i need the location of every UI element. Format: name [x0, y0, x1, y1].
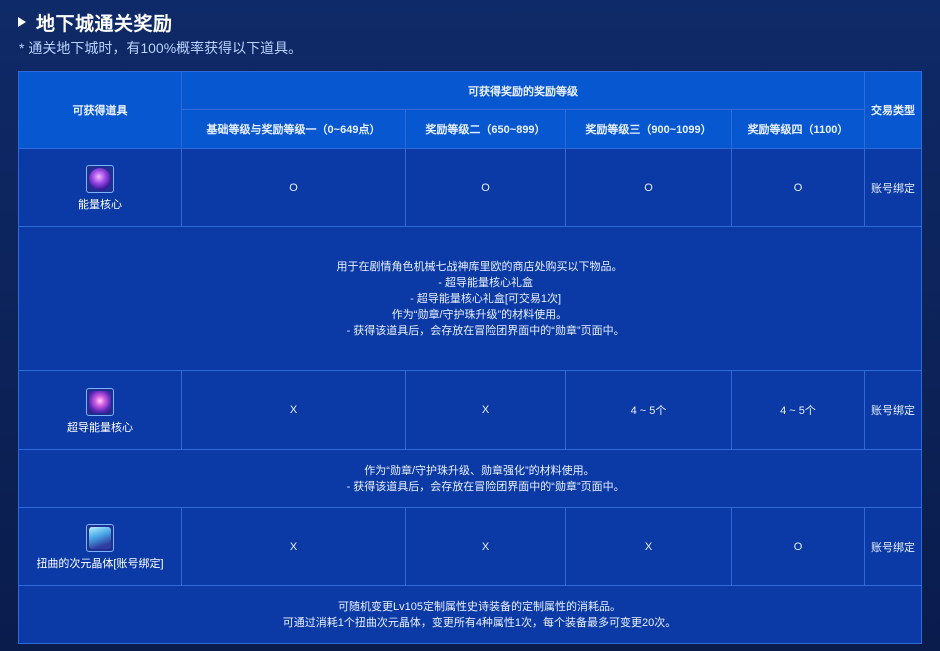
level-value: 4 ~ 5个	[565, 370, 732, 450]
level-value: O	[731, 148, 865, 227]
item-name: 超导能量核心	[67, 421, 133, 434]
desc-line: 可通过消耗1个扭曲次元晶体，变更所有4种属性1次，每个装备最多可变更20次。	[282, 616, 677, 629]
table-row: 超导能量核心 X X 4 ~ 5个 4 ~ 5个 账号绑定	[18, 370, 922, 450]
section-subtitle: * 通关地下城时，有100%概率获得以下道具。	[19, 40, 303, 56]
level-value: 4 ~ 5个	[731, 370, 865, 450]
level-value: X	[181, 507, 406, 586]
superconducting-core-icon	[86, 387, 114, 416]
item-description: 可随机变更Lv105定制属性史诗装备的定制属性的消耗品。 可通过消耗1个扭曲次元…	[18, 585, 922, 644]
title-row: 地下城通关奖励	[18, 10, 302, 35]
item-description: 用于在剧情角色机械七战神库里欧的商店处购买以下物品。 - 超导能量核心礼盒 - …	[18, 226, 922, 371]
desc-line: - 获得该道具后，会存放在冒险团界面中的“勋章”页面中。	[334, 480, 625, 493]
item-description: 作为“勋章/守护珠升级、勋章强化”的材料使用。 - 获得该道具后，会存放在冒险团…	[18, 449, 922, 508]
level-value: O	[731, 507, 865, 586]
triangle-bullet-icon	[18, 17, 26, 27]
description-row: 作为“勋章/守护珠升级、勋章强化”的材料使用。 - 获得该道具后，会存放在冒险团…	[18, 449, 922, 508]
level-value: O	[181, 148, 406, 227]
level-value: X	[565, 507, 732, 586]
section-header: 地下城通关奖励 * 通关地下城时，有100%概率获得以下道具。	[18, 10, 302, 58]
level-value: X	[405, 507, 566, 586]
header-level-1: 基础等级与奖励等级一（0~649点）	[181, 109, 406, 149]
header-level-3: 奖励等级三（900~1099）	[565, 109, 732, 149]
description-row: 用于在剧情角色机械七战神库里欧的商店处购买以下物品。 - 超导能量核心礼盒 - …	[18, 226, 922, 371]
desc-line: 可随机变更Lv105定制属性史诗装备的定制属性的消耗品。	[338, 600, 621, 613]
header-levels: 可获得奖励的奖励等级	[181, 71, 865, 110]
reward-table: 可获得道具 可获得奖励的奖励等级 交易类型 基础等级与奖励等级一（0~649点）…	[18, 71, 922, 644]
item-name: 能量核心	[78, 199, 122, 211]
desc-line: 作为“勋章/守护珠升级”的材料使用。	[391, 308, 568, 321]
trade-type: 账号绑定	[864, 507, 922, 586]
header-level-2: 奖励等级二（650~899）	[405, 109, 566, 149]
header-item: 可获得道具	[18, 71, 182, 149]
description-row: 可随机变更Lv105定制属性史诗装备的定制属性的消耗品。 可通过消耗1个扭曲次元…	[18, 585, 922, 644]
section-title: 地下城通关奖励	[36, 13, 173, 35]
trade-type: 账号绑定	[864, 148, 922, 227]
item-cell: 能量核心	[18, 148, 182, 227]
table-header-row: 可获得道具 可获得奖励的奖励等级 交易类型	[18, 71, 922, 149]
desc-line: - 超导能量核心礼盒	[426, 276, 533, 289]
level-value: O	[405, 148, 566, 227]
item-name: 扭曲的次元晶体[账号绑定]	[36, 558, 164, 570]
desc-line: - 超导能量核心礼盒[可交易1次]	[397, 292, 562, 305]
trade-type: 账号绑定	[864, 370, 922, 450]
desc-line: 用于在剧情角色机械七战神库里欧的商店处购买以下物品。	[336, 260, 623, 273]
table-row: 能量核心 O O O O 账号绑定	[18, 148, 922, 227]
table-row: 扭曲的次元晶体[账号绑定] X X X O 账号绑定	[18, 507, 922, 586]
desc-line: 作为“勋章/守护珠升级、勋章强化”的材料使用。	[364, 464, 595, 477]
level-value: X	[405, 370, 566, 450]
level-value: O	[565, 148, 732, 227]
item-cell: 扭曲的次元晶体[账号绑定]	[18, 507, 182, 586]
header-level-4: 奖励等级四（1100）	[731, 109, 865, 149]
level-value: X	[181, 370, 406, 450]
distorted-crystal-icon	[86, 524, 114, 552]
desc-line: - 获得该道具后，会存放在冒险团界面中的“勋章”页面中。	[334, 324, 625, 337]
item-cell: 超导能量核心	[18, 370, 182, 450]
energy-core-icon	[86, 165, 114, 193]
header-trade: 交易类型	[864, 71, 922, 149]
